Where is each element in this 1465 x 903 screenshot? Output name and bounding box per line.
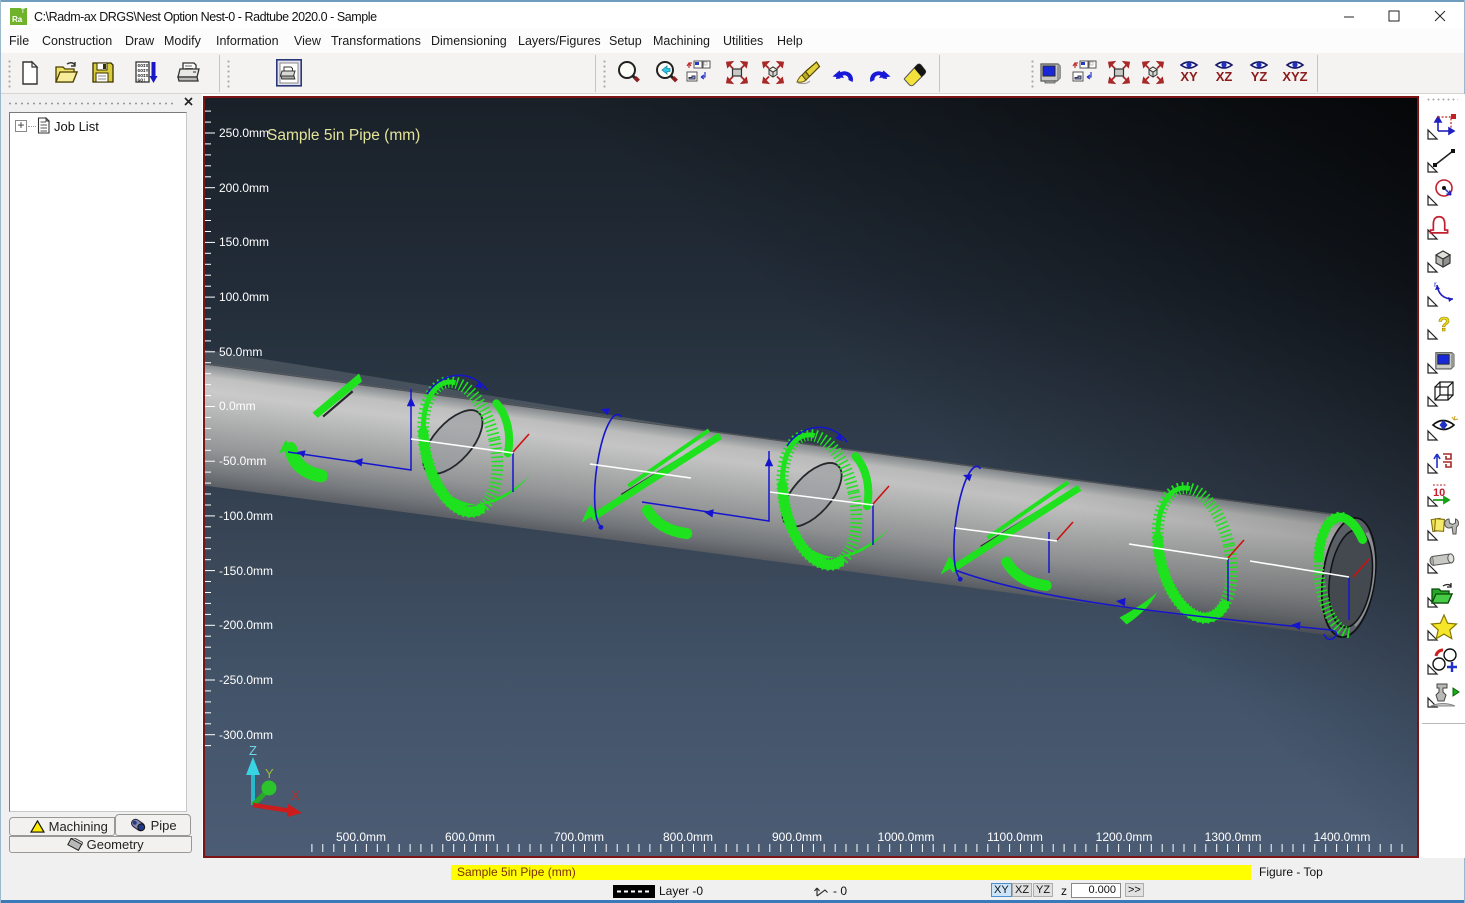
svg-text:Z: Z (249, 743, 257, 758)
svg-text:-100.0mm: -100.0mm (219, 509, 273, 523)
svg-text:r: r (1434, 280, 1437, 289)
svg-text:1100.0mm: 1100.0mm (987, 830, 1043, 844)
svg-text:1200.0mm: 1200.0mm (1096, 830, 1153, 844)
svg-text:GO!: GO! (138, 78, 146, 84)
svg-text:800.0mm: 800.0mm (663, 830, 713, 844)
svg-text:Sample 5in Pipe (mm): Sample 5in Pipe (mm) (267, 127, 420, 144)
svg-text:YZ: YZ (1251, 69, 1268, 84)
svg-text:Y: Y (265, 766, 274, 781)
svg-text:200.0mm: 200.0mm (219, 181, 269, 195)
svg-text:X: X (291, 788, 300, 803)
svg-text:-50.0mm: -50.0mm (219, 454, 266, 468)
svg-text:-250.0mm: -250.0mm (219, 673, 273, 687)
svg-text:-200.0mm: -200.0mm (219, 618, 273, 632)
svg-text:-300.0mm: -300.0mm (219, 728, 273, 742)
svg-text:100.0mm: 100.0mm (219, 290, 269, 304)
svg-text:600.0mm: 600.0mm (445, 830, 495, 844)
svg-text:50.0mm: 50.0mm (219, 345, 262, 359)
svg-text:XYZ: XYZ (1282, 69, 1307, 84)
svg-text:1300.0mm: 1300.0mm (1205, 830, 1262, 844)
svg-text:1000.0mm: 1000.0mm (878, 830, 935, 844)
svg-text:XY: XY (1180, 69, 1198, 84)
svg-text:250.0mm: 250.0mm (219, 126, 269, 140)
svg-text:?: ? (1438, 314, 1450, 336)
svg-text:XZ: XZ (1216, 69, 1233, 84)
svg-text:150.0mm: 150.0mm (219, 235, 269, 249)
svg-text:900.0mm: 900.0mm (772, 830, 822, 844)
svg-text:500.0mm: 500.0mm (336, 830, 386, 844)
svg-text:-150.0mm: -150.0mm (219, 564, 273, 578)
svg-text:1400.0mm: 1400.0mm (1314, 830, 1371, 844)
svg-text:700.0mm: 700.0mm (554, 830, 604, 844)
svg-text:0.0mm: 0.0mm (219, 399, 256, 413)
